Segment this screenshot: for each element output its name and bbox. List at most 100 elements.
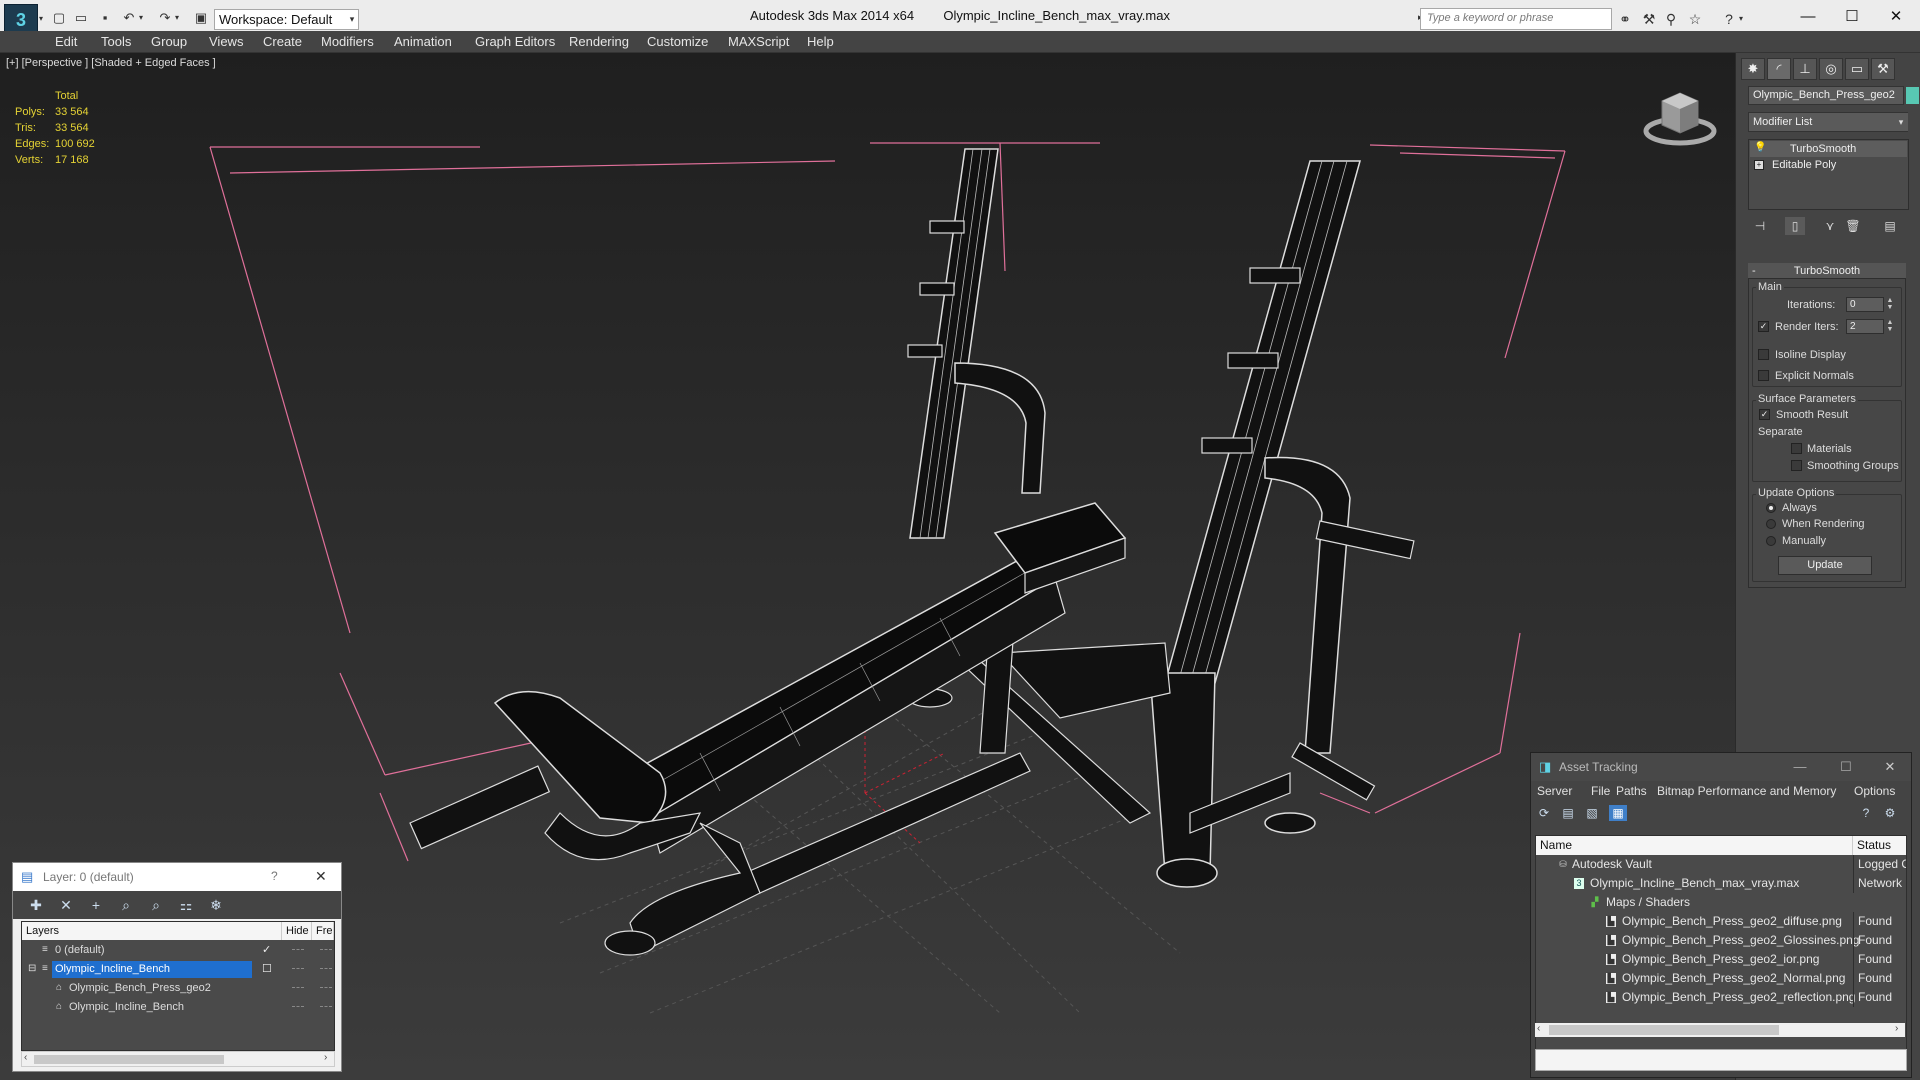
redo-dropdown-icon[interactable]: ▾ xyxy=(172,10,182,26)
layer-horizontal-scrollbar[interactable]: ‹ › xyxy=(21,1051,335,1067)
layer-col-layers[interactable]: Layers xyxy=(22,922,282,940)
project-folder-icon[interactable]: ▣ xyxy=(192,10,210,26)
thumbnail-view-icon[interactable]: ▧ xyxy=(1583,805,1601,821)
minimize-icon[interactable]: — xyxy=(1786,4,1830,30)
object-name-field[interactable]: Olympic_Bench_Press_geo2 xyxy=(1748,86,1904,105)
manually-radio[interactable] xyxy=(1766,536,1776,546)
asset-row[interactable]: ▙ Olympic_Bench_Press_geo2_reflection.pn… xyxy=(1536,988,1906,1007)
asset-window-titlebar[interactable]: ◨ Asset Tracking — ☐ ✕ xyxy=(1531,753,1911,781)
favorites-star-icon[interactable]: ☆ xyxy=(1686,10,1704,28)
subscription-icon[interactable]: ⚒ xyxy=(1640,10,1658,28)
freeze-toggle[interactable] xyxy=(320,987,332,989)
search-input[interactable]: Type a keyword or phrase xyxy=(1420,8,1612,30)
lightbulb-icon[interactable]: 💡 xyxy=(1754,143,1766,154)
layer-col-hide[interactable]: Hide xyxy=(282,922,312,940)
refresh-icon[interactable]: ⟳ xyxy=(1535,805,1553,821)
render-iters-spinner[interactable]: 2 xyxy=(1846,319,1884,334)
show-end-result-icon[interactable]: ▯ xyxy=(1785,217,1805,235)
freeze-toggle[interactable] xyxy=(320,1006,332,1008)
stack-item-turbosmooth[interactable]: 💡 TurboSmooth xyxy=(1750,141,1907,157)
layer-freeze-all-icon[interactable]: ❄ xyxy=(207,896,225,914)
app-menu-caret-icon[interactable]: ▾ xyxy=(39,14,47,24)
asset-row[interactable]: ▙ Olympic_Bench_Press_geo2_Glossines.png… xyxy=(1536,931,1906,950)
viewport-label[interactable]: [+] [Perspective ] [Shaded + Edged Faces… xyxy=(6,57,216,69)
layer-row[interactable]: ⌂ Olympic_Incline_Bench xyxy=(22,998,334,1017)
iterations-spinner[interactable]: 0 xyxy=(1846,297,1884,312)
update-button[interactable]: Update xyxy=(1778,556,1872,575)
scroll-thumb[interactable] xyxy=(1549,1025,1779,1035)
configure-sets-icon[interactable]: ▤ xyxy=(1880,217,1900,235)
display-tab-icon[interactable]: ▭ xyxy=(1845,58,1869,80)
asset-horizontal-scrollbar[interactable]: ‹ › xyxy=(1535,1023,1905,1037)
utilities-tab-icon[interactable]: ⚒ xyxy=(1871,58,1895,80)
menu-edit[interactable]: Edit xyxy=(55,34,77,49)
scroll-right-icon[interactable]: › xyxy=(1895,1023,1898,1034)
asset-col-status[interactable]: Status xyxy=(1853,836,1906,855)
binoculars-icon[interactable]: ⚭ xyxy=(1616,10,1634,28)
hierarchy-tab-icon[interactable]: ⊥ xyxy=(1793,58,1817,80)
isoline-display-checkbox[interactable] xyxy=(1758,349,1769,360)
menu-maxscript[interactable]: MAXScript xyxy=(728,34,789,49)
always-radio[interactable] xyxy=(1766,503,1776,513)
asset-menu-file[interactable]: File xyxy=(1591,784,1610,798)
menu-tools[interactable]: Tools xyxy=(101,34,131,49)
asset-row[interactable]: 3 Olympic_Incline_Bench_max_vray.max Net… xyxy=(1536,874,1906,893)
modify-tab-icon[interactable]: ◜ xyxy=(1767,58,1791,80)
table-view-icon[interactable]: ▦ xyxy=(1609,805,1627,821)
hide-toggle[interactable] xyxy=(292,987,304,989)
active-layer-check-icon[interactable]: ✓ xyxy=(262,941,271,960)
rollout-header[interactable]: - TurboSmooth xyxy=(1748,263,1906,279)
render-iters-checkbox[interactable]: ✓ xyxy=(1758,321,1769,332)
layer-close-icon[interactable]: ✕ xyxy=(315,868,327,885)
viewcube-icon[interactable] xyxy=(1640,81,1720,149)
asset-row[interactable]: ▙ Olympic_Bench_Press_geo2_diffuse.png F… xyxy=(1536,912,1906,931)
asset-row[interactable]: ⛁ Autodesk Vault Logged O xyxy=(1536,855,1906,874)
materials-checkbox[interactable] xyxy=(1791,443,1802,454)
layer-row[interactable]: ⊟ ≡ Olympic_Incline_Bench ☐ xyxy=(22,960,334,979)
scroll-right-icon[interactable]: › xyxy=(324,1052,327,1063)
motion-tab-icon[interactable]: ◎ xyxy=(1819,58,1843,80)
smoothing-groups-checkbox[interactable] xyxy=(1791,460,1802,471)
freeze-toggle[interactable] xyxy=(320,968,332,970)
list-view-icon[interactable]: ▤ xyxy=(1559,805,1577,821)
stack-item-editable-poly[interactable]: + Editable Poly xyxy=(1750,157,1907,173)
asset-minimize-icon[interactable]: — xyxy=(1791,759,1809,775)
layer-col-freeze[interactable]: Fre xyxy=(312,922,334,940)
asset-col-name[interactable]: Name xyxy=(1536,836,1853,855)
pin-stack-icon[interactable]: ⊣ xyxy=(1750,217,1770,235)
asset-close-icon[interactable]: ✕ xyxy=(1881,759,1899,775)
asset-row[interactable]: ▙ Olympic_Bench_Press_geo2_ior.png Found xyxy=(1536,950,1906,969)
create-tab-icon[interactable]: ✸ xyxy=(1741,58,1765,80)
help-dropdown-icon[interactable]: ▾ xyxy=(1736,10,1746,28)
undo-dropdown-icon[interactable]: ▾ xyxy=(136,10,146,26)
expand-plus-icon[interactable]: + xyxy=(1754,160,1764,170)
layer-help-icon[interactable]: ? xyxy=(271,869,278,883)
menu-animation[interactable]: Animation xyxy=(394,34,452,49)
menu-customize[interactable]: Customize xyxy=(647,34,708,49)
layer-highlight-icon[interactable]: ⌕ xyxy=(147,896,165,914)
make-unique-icon[interactable]: ⋎ xyxy=(1820,217,1840,235)
menu-create[interactable]: Create xyxy=(263,34,302,49)
new-file-icon[interactable]: ▢ xyxy=(50,10,68,26)
layer-select-objects-icon[interactable]: ⌕ xyxy=(117,896,135,914)
scroll-left-icon[interactable]: ‹ xyxy=(1537,1023,1540,1034)
close-icon[interactable]: ✕ xyxy=(1874,4,1918,30)
menu-help[interactable]: Help xyxy=(807,34,834,49)
workspace-caret-icon[interactable]: ▾ xyxy=(345,9,359,30)
scroll-thumb[interactable] xyxy=(34,1055,224,1064)
vault-help-icon[interactable]: ? xyxy=(1857,805,1875,821)
render-iters-spinner-arrows-icon[interactable]: ▲ ▼ xyxy=(1886,319,1894,334)
layer-add-selected-icon[interactable]: + xyxy=(87,896,105,914)
layer-create-new-icon[interactable]: ✚ xyxy=(27,896,45,914)
when-rendering-radio[interactable] xyxy=(1766,519,1776,529)
menu-graph-editors[interactable]: Graph Editors xyxy=(475,34,555,49)
vault-settings-icon[interactable]: ⚙ xyxy=(1881,805,1899,821)
collapse-minus-icon[interactable]: - xyxy=(1752,263,1756,279)
layer-hide-all-icon[interactable]: ⚏ xyxy=(177,896,195,914)
asset-menu-paths[interactable]: Paths xyxy=(1616,784,1647,798)
asset-maximize-icon[interactable]: ☐ xyxy=(1837,759,1855,775)
menu-group[interactable]: Group xyxy=(151,34,187,49)
iterations-spinner-arrows-icon[interactable]: ▲ ▼ xyxy=(1886,297,1894,312)
layer-delete-icon[interactable]: ✕ xyxy=(57,896,75,914)
hide-toggle[interactable] xyxy=(292,968,304,970)
